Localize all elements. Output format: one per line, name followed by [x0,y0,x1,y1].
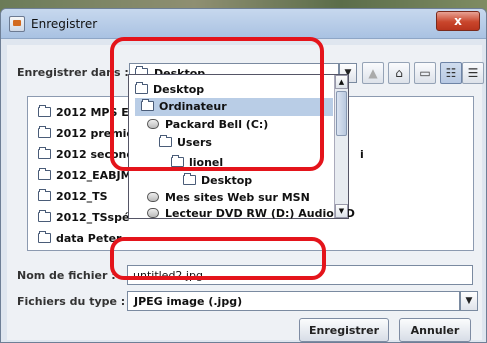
details-view-icon[interactable]: ☰ [462,62,484,84]
folder-icon [135,82,148,94]
dropdown-item-desktop-sub[interactable]: Desktop [183,172,333,190]
folder-icon [38,105,51,117]
new-folder-icon[interactable]: ▭ [414,62,436,84]
cancel-button[interactable]: Annuler [399,318,471,342]
folder-icon [183,173,196,185]
list-view-icon[interactable]: ☷ [440,62,462,84]
dvd-drive-icon [147,208,159,218]
scroll-thumb[interactable] [336,91,347,136]
filetype-label: Fichiers du type : [17,295,126,308]
folder-icon [38,147,51,159]
folder-icon [38,189,51,201]
dropdown-scrollbar[interactable]: ▲ ▼ [334,75,348,218]
home-icon[interactable]: ⌂ [388,62,410,84]
scroll-down-arrow-icon[interactable]: ▼ [335,204,348,218]
window-title: Enregistrer [31,17,98,31]
scroll-up-arrow-icon[interactable]: ▲ [335,75,348,89]
dropdown-item-users[interactable]: Users [159,134,333,152]
filetype-combo[interactable]: JPEG image (.jpg) [127,291,460,311]
folder-icon [38,126,51,138]
up-folder-icon[interactable]: ▲ [362,62,384,84]
save-in-dropdown-list[interactable]: Desktop Ordinateur Packard Bell (C:) Use… [128,74,355,220]
java-app-icon [9,16,25,32]
dropdown-item-dvd[interactable]: Lecteur DVD RW (D:) Audio CD [147,205,355,223]
save-button[interactable]: Enregistrer [299,318,389,342]
close-button[interactable]: x [436,11,480,31]
disk-icon [147,119,159,129]
dropdown-item-ordinateur[interactable]: Ordinateur [135,98,333,116]
dropdown-item-packard-bell[interactable]: Packard Bell (C:) [147,116,333,134]
title-bar[interactable]: Enregistrer x [1,9,486,39]
folder-icon [171,155,184,167]
filetype-dropdown-arrow[interactable]: ▼ [460,291,478,311]
filename-input[interactable]: untitled2.jpg [127,265,473,285]
folder-icon [38,168,51,180]
web-folder-icon [147,192,159,202]
filetype-value: JPEG image (.jpg) [134,295,243,308]
dropdown-item-lionel[interactable]: lionel [171,154,333,172]
folder-icon [141,99,154,111]
filename-value: untitled2.jpg [133,269,203,282]
folder-icon [159,135,172,147]
save-in-label: Enregistrer dans : [17,66,129,79]
folder-icon [38,210,51,222]
dropdown-item-desktop[interactable]: Desktop [135,81,333,99]
filename-label: Nom de fichier : [17,269,116,282]
folder-icon [38,231,51,243]
